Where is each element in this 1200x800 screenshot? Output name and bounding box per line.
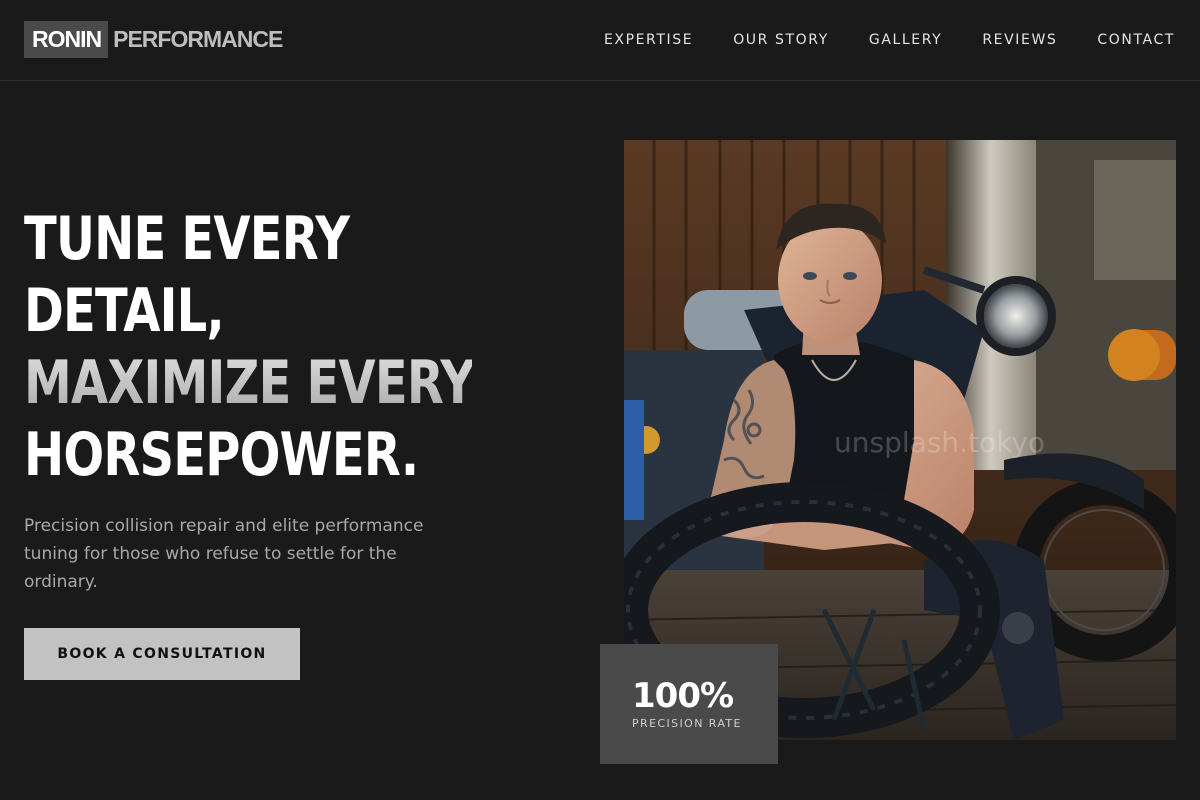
stat-card: 100% PRECISION RATE bbox=[600, 644, 778, 764]
nav-link-expertise[interactable]: EXPERTISE bbox=[604, 30, 693, 50]
stat-value: 100% bbox=[632, 676, 734, 716]
hero-headline: TUNE EVERY DETAIL, MAXIMIZE EVERY HORSEP… bbox=[24, 203, 475, 491]
nav-link-reviews[interactable]: REVIEWS bbox=[982, 30, 1057, 50]
nav-link-contact[interactable]: CONTACT bbox=[1097, 30, 1175, 50]
hero-headline-accent-line: MAXIMIZE EVERY bbox=[24, 348, 475, 418]
site-header: RONIN PERFORMANCE EXPERTISE OUR STORY GA… bbox=[0, 0, 1200, 81]
main-nav: EXPERTISE OUR STORY GALLERY REVIEWS CONT… bbox=[604, 30, 1175, 50]
photo-watermark: unsplash.tokyo bbox=[834, 426, 1045, 459]
nav-link-gallery[interactable]: GALLERY bbox=[869, 30, 942, 50]
hero-headline-line: DETAIL, bbox=[24, 276, 225, 346]
stat-label: PRECISION RATE bbox=[632, 717, 742, 730]
hero-description: Precision collision repair and elite per… bbox=[24, 516, 424, 592]
brand-logo-text: PERFORMANCE bbox=[113, 26, 283, 52]
brand-logo-mark: RONIN bbox=[24, 21, 109, 58]
hero-headline-line: HORSEPOWER. bbox=[24, 420, 419, 490]
brand-logo[interactable]: RONIN PERFORMANCE bbox=[24, 21, 283, 58]
book-consultation-button[interactable]: BOOK A CONSULTATION bbox=[24, 628, 300, 680]
nav-link-our-story[interactable]: OUR STORY bbox=[733, 30, 829, 50]
hero-headline-line: TUNE EVERY bbox=[24, 204, 350, 274]
